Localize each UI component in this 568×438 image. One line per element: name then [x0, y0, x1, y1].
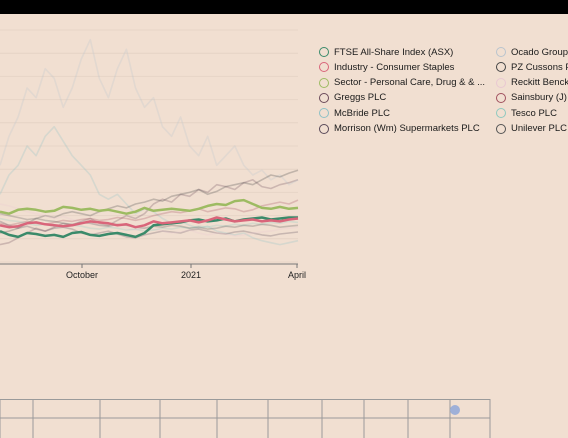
series-line-ocado-group-plc[interactable]	[0, 38, 299, 186]
legend-swatch	[319, 92, 329, 103]
legend-item[interactable]: Greggs PLC	[319, 91, 386, 105]
table-marker-dot	[450, 405, 460, 415]
legend-item[interactable]: Reckitt Benckiser Group PLC	[496, 76, 568, 90]
legend-swatch	[319, 77, 329, 88]
legend-item[interactable]: Industry - Consumer Staples	[319, 60, 454, 74]
legend-label: Sector - Personal Care, Drug & & ...	[334, 77, 486, 89]
legend-swatch	[319, 123, 329, 134]
legend-swatch	[319, 47, 329, 57]
legend-swatch	[319, 62, 329, 73]
x-tick-label: 2021	[181, 270, 201, 280]
legend-item[interactable]: Sector - Personal Care, Drug & & ...	[319, 76, 485, 90]
legend-swatch	[496, 62, 506, 73]
series-line-sector-personal-care-drug-grocery-stores[interactable]	[0, 198, 299, 215]
legend-item[interactable]: FTSE All-Share Index (ASX)	[319, 45, 453, 59]
legend-swatch	[496, 47, 506, 57]
legend-label: Unilever PLC	[511, 123, 567, 134]
legend-item[interactable]: Ocado Group PLC	[496, 45, 568, 59]
legend-item[interactable]: PZ Cussons PLC	[496, 60, 568, 74]
legend-label: Ocado Group PLC	[511, 46, 568, 58]
lower-table-grid	[0, 399, 491, 438]
legend-label: Morrison (Wm) Supermarkets PLC	[334, 123, 480, 134]
x-tick-label: April	[288, 270, 306, 280]
legend-label: Sainsbury (J) PLC	[511, 92, 568, 104]
legend-label: McBride PLC	[334, 107, 390, 119]
legend-swatch	[496, 123, 506, 134]
legend-item[interactable]: Sainsbury (J) PLC	[496, 91, 568, 105]
x-axis-ticks: October 2021 April	[66, 264, 306, 280]
chart-series-layer	[0, 38, 299, 246]
legend-item[interactable]: McBride PLC	[319, 106, 390, 120]
legend-label: Greggs PLC	[334, 92, 387, 104]
legend-item[interactable]: Tesco PLC	[496, 106, 557, 120]
legend-label: FTSE All-Share Index (ASX)	[334, 46, 454, 58]
chart-legend: FTSE All-Share Index (ASX) Industry - Con…	[315, 44, 568, 136]
legend-swatch	[496, 77, 506, 88]
legend-swatch	[319, 108, 329, 119]
legend-label: Tesco PLC	[511, 107, 557, 119]
legend-label: PZ Cussons PLC	[511, 61, 568, 73]
x-tick-label: October	[66, 270, 98, 280]
legend-label: Reckitt Benckiser Group PLC	[511, 77, 568, 89]
legend-item[interactable]: Morrison (Wm) Supermarkets PLC	[319, 122, 480, 136]
legend-swatch	[496, 108, 506, 119]
legend-swatch	[496, 92, 506, 103]
legend-label: Industry - Consumer Staples	[334, 61, 455, 73]
legend-item[interactable]: Unilever PLC	[496, 122, 567, 136]
table-border	[0, 399, 491, 438]
